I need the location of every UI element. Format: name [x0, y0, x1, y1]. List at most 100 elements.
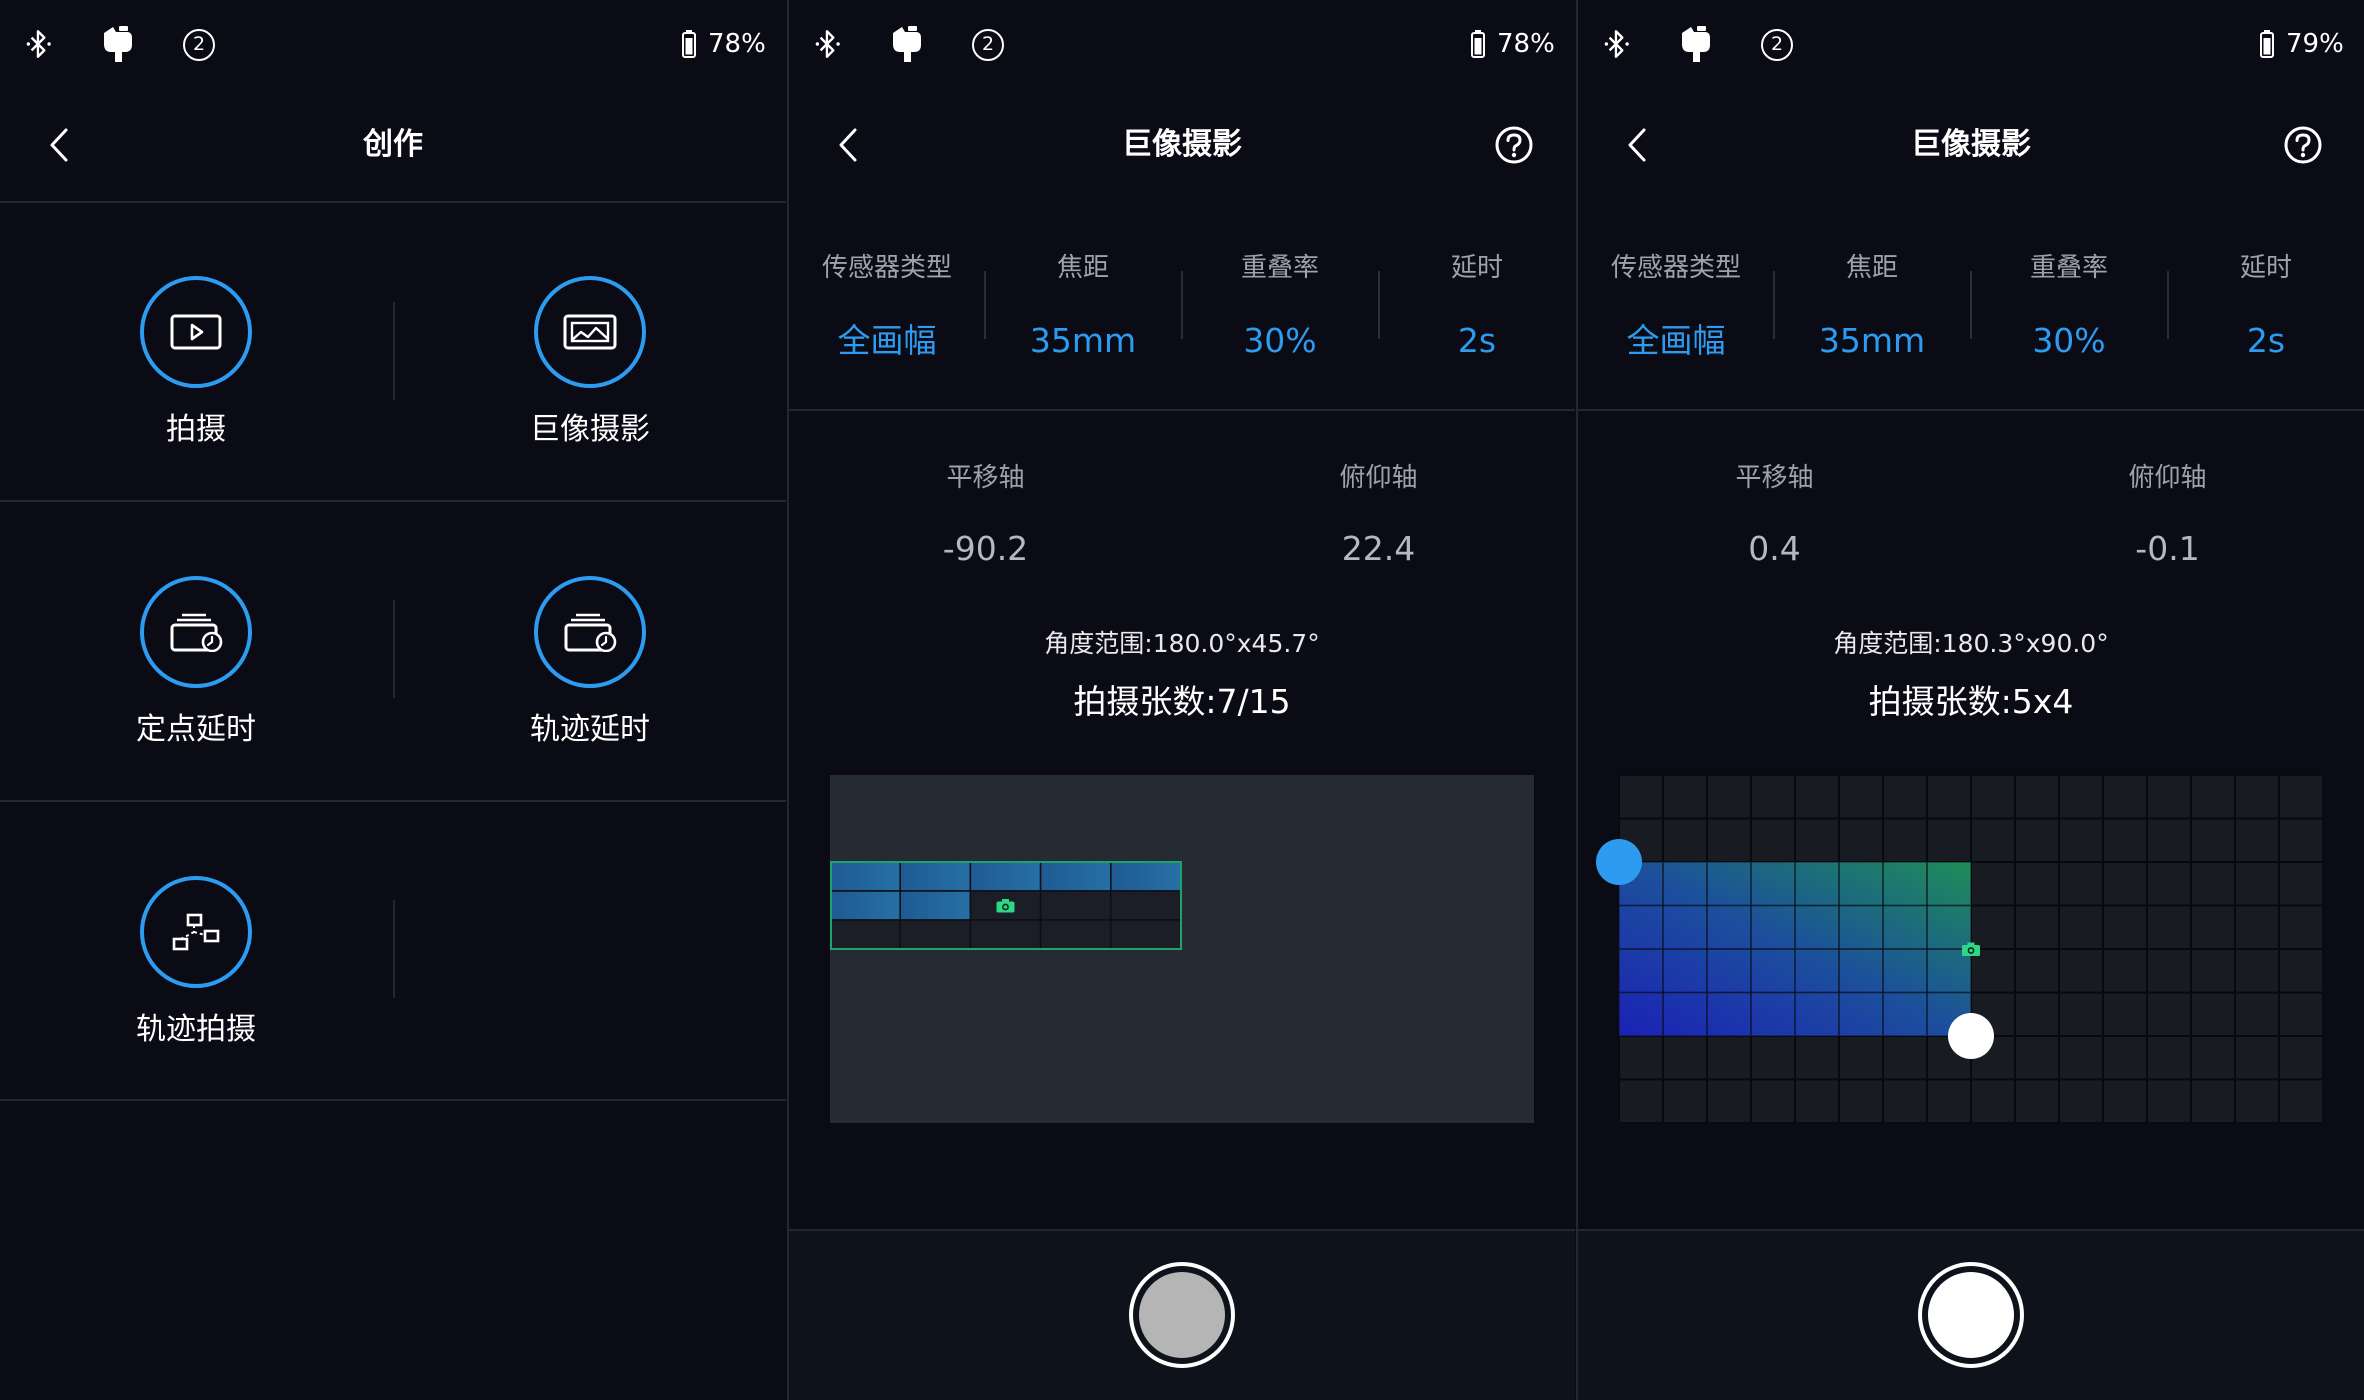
grid-cell [2236, 863, 2278, 905]
panorama-range-grid[interactable] [1619, 775, 2323, 1123]
column-divider [393, 302, 395, 400]
range-end-handle[interactable] [1948, 1013, 1994, 1059]
bluetooth-icon [26, 30, 51, 58]
menu-item-panorama[interactable]: 巨像摄影 [394, 276, 786, 476]
grid-cell [2016, 776, 2058, 818]
param-overlap[interactable]: 重叠率 30% [1182, 248, 1378, 363]
grid-cell [1840, 776, 1882, 818]
grid-cell [2192, 776, 2234, 818]
param-sensor-type[interactable]: 传感器类型 全画幅 [789, 248, 985, 363]
progress-grid-canvas [830, 861, 1182, 950]
menu-icon-circle [534, 276, 646, 388]
grid-cell [1972, 950, 2014, 992]
param-delay[interactable]: 延时 2s [1379, 248, 1575, 363]
grid-cell [1840, 1037, 1882, 1079]
page-title: 创作 [363, 127, 423, 162]
help-icon[interactable] [1494, 125, 1534, 165]
menu-item-label: 巨像摄影 [530, 412, 650, 447]
menu-item-label: 轨迹延时 [530, 712, 650, 747]
grid-cell [1620, 1037, 1662, 1079]
grid-cell [2280, 819, 2322, 861]
grid-cell [1884, 1037, 1926, 1079]
grid-cell [1664, 819, 1706, 861]
grid-cell [2148, 819, 2190, 861]
grid-cell-captured [899, 890, 972, 921]
grid-cell-captured [830, 861, 901, 892]
param-label: 传感器类型 [821, 253, 952, 283]
timelapse-icon [170, 613, 223, 652]
menu-item-shoot[interactable]: 拍摄 [0, 276, 392, 476]
grid-cell [2148, 863, 2190, 905]
shot-count: 拍摄张数:5x4 [1868, 682, 2074, 721]
grid-cell-captured [1110, 861, 1182, 892]
grid-cell-pending [1039, 919, 1112, 950]
grid-cell [2236, 819, 2278, 861]
grid-cell-pending [1110, 919, 1182, 950]
grid-cell [2192, 819, 2234, 861]
grid-cell [2104, 950, 2146, 992]
grid-cell [1664, 1080, 1706, 1122]
grid-cell [1840, 1080, 1882, 1122]
grid-cell [1664, 1037, 1706, 1079]
grid-cell [2192, 863, 2234, 905]
grid-cell [2016, 950, 2058, 992]
panorama-screen-setup: 2 79% 巨像摄影 传感器类型 全画幅 焦距 35mm 重叠率 30% 延时 … [1578, 0, 2364, 1400]
grid-cell-captured [899, 861, 972, 892]
param-sensor-type[interactable]: 传感器类型 全画幅 [1578, 248, 1774, 363]
gimbal-icon [1682, 26, 1710, 62]
param-delay[interactable]: 延时 2s [2168, 248, 2364, 363]
axis-value: 22.4 [1341, 529, 1416, 568]
menu-icon-circle [140, 276, 252, 388]
grid-cell [2236, 1080, 2278, 1122]
grid-cell [1796, 776, 1838, 818]
panorama-progress-grid [830, 775, 1534, 1123]
shutter-button[interactable] [1129, 1262, 1235, 1368]
grid-cell [1840, 819, 1882, 861]
page-title: 巨像摄影 [1911, 127, 2031, 162]
menu-icon-circle [140, 576, 252, 688]
grid-cell [2060, 950, 2102, 992]
range-start-handle[interactable] [1596, 839, 1642, 885]
grid-cell [1620, 1080, 1662, 1122]
shutter-inner [1139, 1272, 1225, 1358]
grid-cell [2236, 776, 2278, 818]
grid-cell [1752, 776, 1794, 818]
grid-cell [1884, 819, 1926, 861]
param-label: 重叠率 [1240, 253, 1319, 283]
grid-cell [2016, 1037, 2058, 1079]
menu-item-track-shoot[interactable]: 轨迹拍摄 [0, 876, 392, 1076]
help-icon[interactable] [2283, 125, 2323, 165]
grid-cell [1928, 776, 1970, 818]
grid-cell [2016, 906, 2058, 948]
grid-cell [2148, 993, 2190, 1035]
shutter-inner [1928, 1272, 2014, 1358]
grid-cell [1752, 1037, 1794, 1079]
grid-cell [2148, 1037, 2190, 1079]
grid-cell-captured [1039, 861, 1112, 892]
grid-cell-captured [830, 890, 901, 921]
row-divider [0, 800, 786, 802]
grid-cell [2060, 993, 2102, 1035]
menu-item-fixed-timelapse[interactable]: 定点延时 [0, 576, 392, 776]
param-focal-length[interactable]: 焦距 35mm [985, 248, 1181, 363]
creation-screen: 2 78% 创作 拍摄 巨像摄影 定点延时 轨迹延时 轨迹拍摄 [0, 0, 786, 1400]
param-focal-length[interactable]: 焦距 35mm [1774, 248, 1970, 363]
param-overlap[interactable]: 重叠率 30% [1971, 248, 2167, 363]
axis-value: 0.4 [1748, 529, 1801, 568]
grid-cell [1664, 776, 1706, 818]
shutter-button[interactable] [1918, 1262, 2024, 1368]
grid-cell [2104, 906, 2146, 948]
grid-cell [2104, 776, 2146, 818]
grid-cell [2280, 1080, 2322, 1122]
menu-item-label: 轨迹拍摄 [136, 1012, 256, 1047]
param-label: 重叠率 [2029, 253, 2108, 283]
grid-cell [2016, 863, 2058, 905]
gimbal-icon [104, 26, 132, 62]
axis-label: 平移轴 [946, 463, 1025, 493]
grid-cell [1928, 819, 1970, 861]
grid-cell [2236, 993, 2278, 1035]
grid-cell [2060, 1080, 2102, 1122]
menu-item-track-timelapse[interactable]: 轨迹延时 [394, 576, 786, 776]
grid-cell [2104, 993, 2146, 1035]
param-label: 延时 [2239, 253, 2292, 283]
